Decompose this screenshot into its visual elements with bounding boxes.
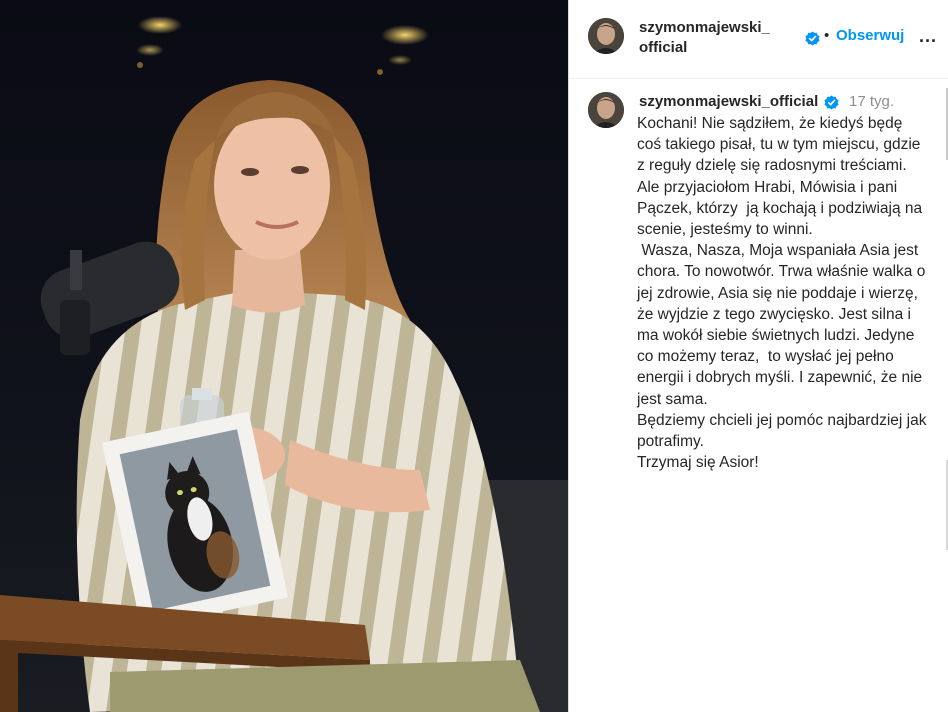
post-side-panel: szymonmajewski_official • Obserwuj ... s… — [568, 0, 948, 712]
author-avatar-image — [588, 18, 624, 54]
post-caption-text: Kochani! Nie sądziłem, że kiedyś będę co… — [637, 115, 927, 472]
author-username-link[interactable]: szymonmajewski_official — [639, 18, 779, 58]
more-options-icon[interactable]: ... — [919, 26, 937, 47]
post-photo-image — [0, 0, 568, 712]
separator-dot: • — [824, 27, 830, 44]
post-timestamp[interactable]: 17 tyg. — [849, 93, 894, 110]
caption-author-avatar-image — [588, 92, 624, 128]
post-photo[interactable] — [0, 0, 568, 712]
verified-badge-icon — [805, 31, 820, 46]
verified-badge-icon — [824, 95, 839, 110]
post-header: szymonmajewski_official • Obserwuj ... — [569, 0, 948, 79]
follow-button[interactable]: Obserwuj — [836, 27, 904, 44]
caption-author-avatar[interactable] — [588, 92, 624, 128]
author-avatar[interactable] — [588, 18, 624, 54]
caption-author-username[interactable]: szymonmajewski_official — [639, 93, 818, 110]
